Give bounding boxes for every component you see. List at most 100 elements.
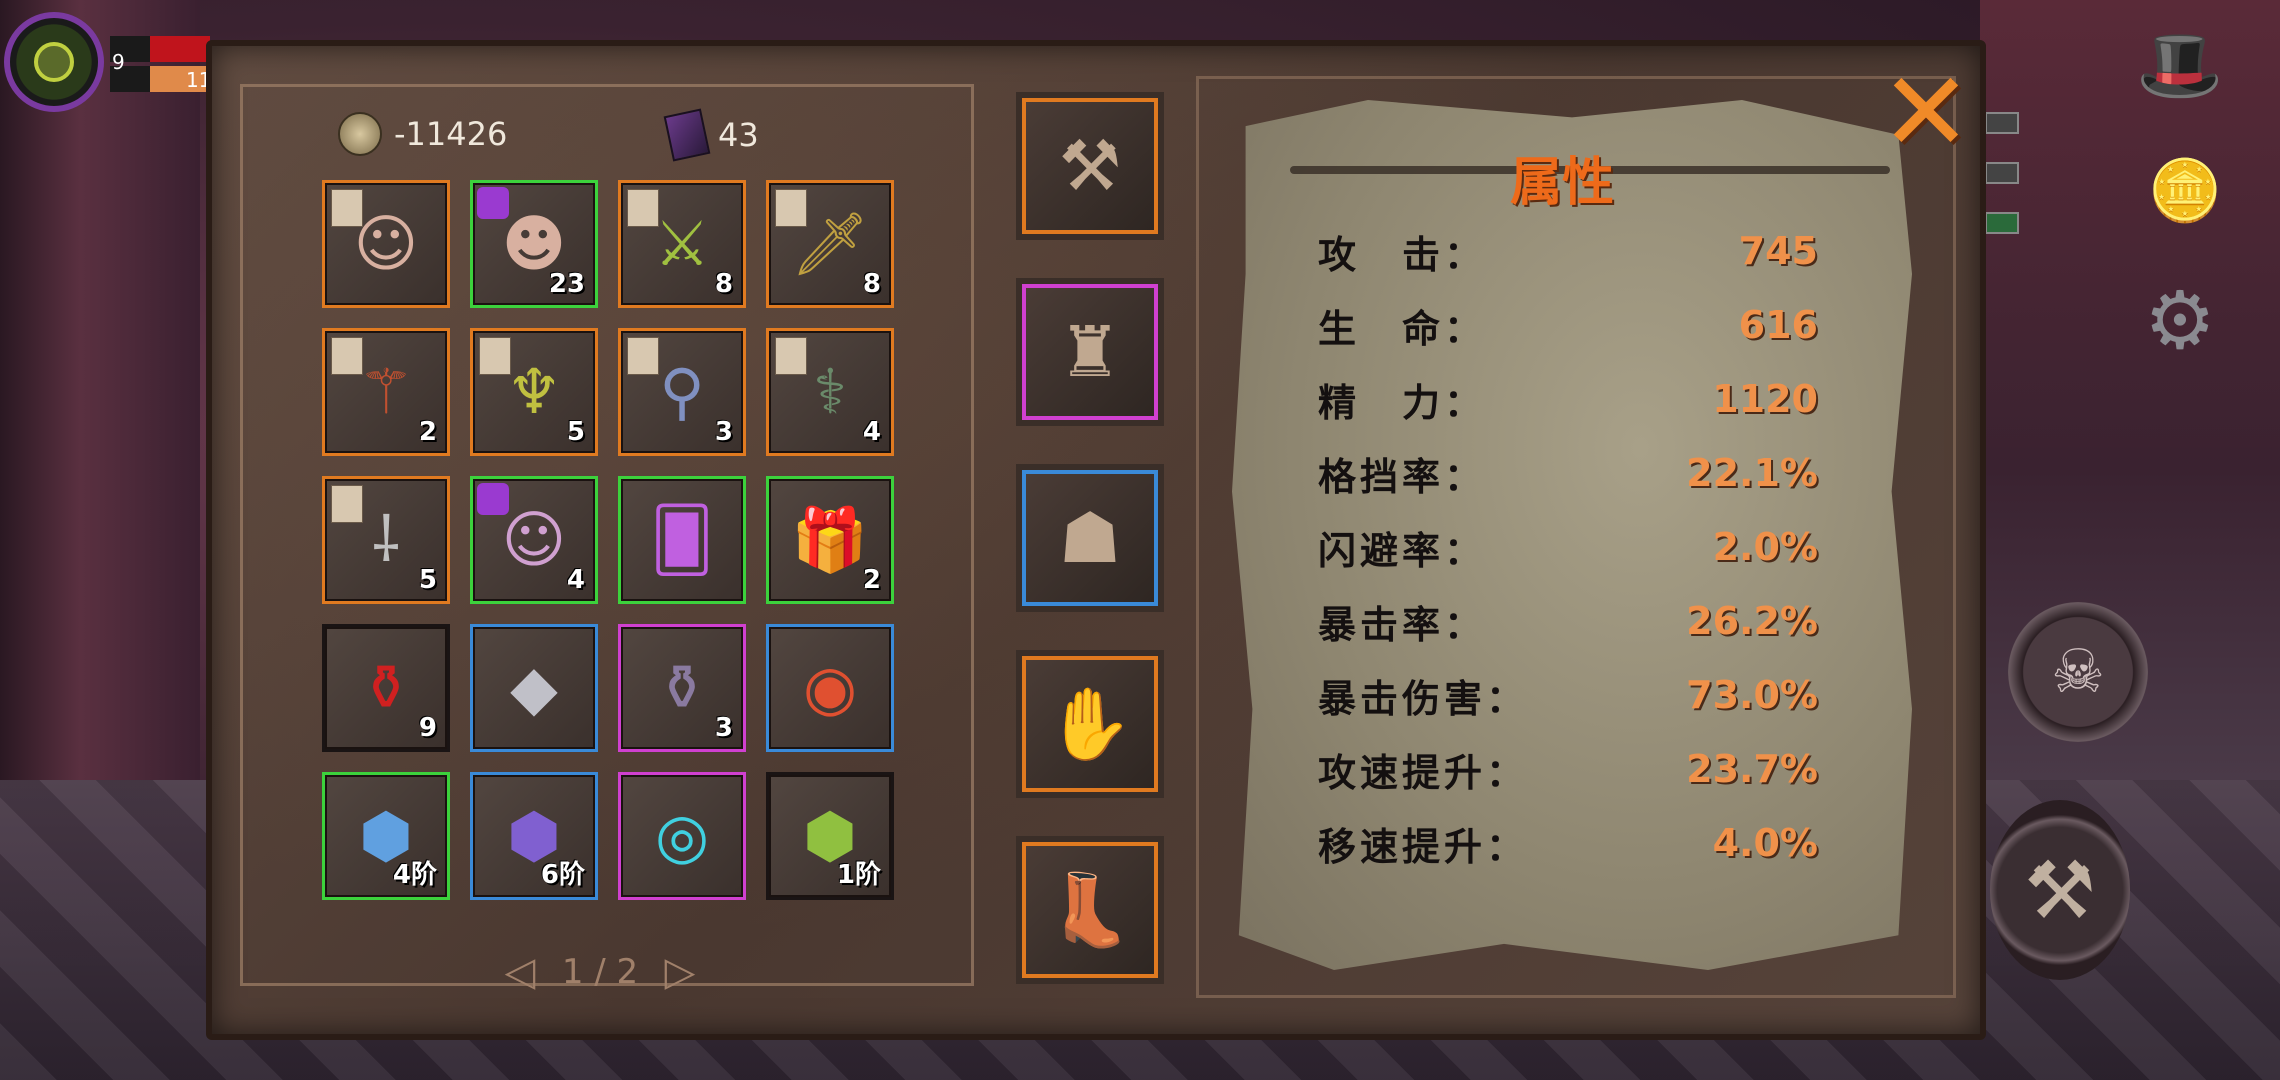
item-count: 9 <box>418 713 437 743</box>
hero-icon: ☺ <box>353 207 419 280</box>
stat-value: 26.2% <box>1686 599 1818 643</box>
stat-label: 暴击率： <box>1318 602 1487 647</box>
inventory-slot-gray-crystal[interactable]: ◆ <box>470 624 598 752</box>
inventory-slot-jar-of-orbs[interactable]: ⚱ 3 <box>618 624 746 752</box>
equip-armor-cloak[interactable]: ♜ <box>1022 284 1158 420</box>
scepter-icon: ⚕ <box>813 355 847 428</box>
stat-label: 生 命： <box>1318 306 1487 351</box>
scroll-tag-icon <box>331 189 363 227</box>
equip-helmet[interactable]: ☗ <box>1022 470 1158 606</box>
coin-amount: -11426 <box>394 115 508 153</box>
scroll-tag-icon <box>331 485 363 523</box>
player-emblem-icon[interactable] <box>4 12 104 112</box>
skull-skill-button[interactable]: ☠ <box>2008 602 2148 742</box>
hero-shard-icon: ☻ <box>501 207 567 280</box>
stat-row: 精 力： 1120 <box>1318 374 1818 425</box>
inventory-slot-gift-bell-box[interactable]: 🎁 2 <box>766 476 894 604</box>
item-count: 4阶 <box>392 860 437 890</box>
potion-icon: ⚱ <box>360 651 412 724</box>
card-icon: 🂠 <box>650 503 714 576</box>
rune-icon: ◎ <box>654 799 710 872</box>
stat-label: 移速提升： <box>1318 824 1529 869</box>
inventory-slot-weapon-trident[interactable]: ♆ 5 <box>470 328 598 456</box>
inventory-slot-weapon-golden-blade[interactable]: 🗡 8 <box>766 180 894 308</box>
inventory-slot-card-purple-creature[interactable]: 🂠 <box>618 476 746 604</box>
next-page-icon[interactable]: ▷ <box>660 949 700 995</box>
stat-value: 616 <box>1738 303 1818 347</box>
scythe-icon: ⚒ <box>1058 125 1122 207</box>
item-count: 8 <box>862 269 881 299</box>
inventory-slot-weapon-dark-blade[interactable]: ⸸ 5 <box>322 476 450 604</box>
character-hat-icon[interactable]: 🎩 <box>2130 10 2230 120</box>
crystal-icon: ◆ <box>510 651 558 724</box>
stat-label: 暴击伤害： <box>1318 676 1529 721</box>
stat-label: 攻速提升： <box>1318 750 1529 795</box>
item-count: 3 <box>714 417 733 447</box>
inventory-slot-weapon-red-staff[interactable]: ⚚ 2 <box>322 328 450 456</box>
equip-gauntlet[interactable]: ✋ <box>1022 656 1158 792</box>
stat-label: 攻 击： <box>1318 232 1487 277</box>
inventory-slot-weapon-eye-scepter[interactable]: ⚕ 4 <box>766 328 894 456</box>
scroll-tag-icon <box>627 189 659 227</box>
side-toggle-3[interactable] <box>1985 212 2019 234</box>
stat-row: 生 命： 616 <box>1318 300 1818 351</box>
close-icon[interactable]: ✕ <box>1876 48 1976 176</box>
health-bar <box>110 36 210 62</box>
side-toggle-2[interactable] <box>1985 162 2019 184</box>
stat-row: 移速提升： 4.0% <box>1318 818 1818 869</box>
inventory-slot-weapon-green-sword[interactable]: ⚔ 8 <box>618 180 746 308</box>
inventory-slot-hero-portrait-santa[interactable]: ☺ <box>322 180 450 308</box>
stats-title: 属性 <box>1510 153 1615 213</box>
stat-label: 格挡率： <box>1318 454 1487 499</box>
stat-row: 暴击伤害： 73.0% <box>1318 670 1818 721</box>
scroll-tag-icon <box>775 189 807 227</box>
puzzle-piece-icon <box>477 483 509 515</box>
inventory-slot-rune-tree[interactable]: ⬢ 1阶 <box>766 772 894 900</box>
inventory-slot-rune-portal[interactable]: ◎ <box>618 772 746 900</box>
scroll-tag-icon <box>331 337 363 375</box>
settings-gear-icon[interactable]: ⚙ <box>2120 260 2240 380</box>
inventory-slot-red-potion[interactable]: ⚱ 9 <box>322 624 450 752</box>
stat-label: 闪避率： <box>1318 528 1487 573</box>
inventory-slot-rune-bird[interactable]: ⬢ 6阶 <box>470 772 598 900</box>
book-icon <box>663 108 711 162</box>
item-count: 4 <box>566 565 585 595</box>
player-level: 9 <box>112 50 125 74</box>
prev-page-icon[interactable]: ◁ <box>500 949 540 995</box>
stat-row: 闪避率： 2.0% <box>1318 522 1818 573</box>
scroll-tag-icon <box>775 337 807 375</box>
pagination: ◁ 1 / 2 ▷ <box>500 949 700 995</box>
page-indicator: 1 / 2 <box>561 952 639 992</box>
stat-row: 攻速提升： 23.7% <box>1318 744 1818 795</box>
stat-value: 745 <box>1738 229 1818 273</box>
stat-value: 73.0% <box>1686 673 1818 717</box>
stat-value: 23.7% <box>1686 747 1818 791</box>
item-count: 2 <box>418 417 437 447</box>
equip-boots[interactable]: 👢 <box>1022 842 1158 978</box>
gift-icon: 🎁 <box>791 503 869 576</box>
coin-counter: -11426 <box>338 112 507 156</box>
inventory-slot-hero-shard-girl[interactable]: ☺ 4 <box>470 476 598 604</box>
inventory-slot-weapon-orb-scepter[interactable]: ⚲ 3 <box>618 328 746 456</box>
item-count: 4 <box>862 417 881 447</box>
inventory-slot-rune-shield[interactable]: ⬢ 4阶 <box>322 772 450 900</box>
inventory-slot-hero-shard-white-hair[interactable]: ☻ 23 <box>470 180 598 308</box>
inventory-slot-dark-eye-relic[interactable]: ◉ <box>766 624 894 752</box>
stat-row: 暴击率： 26.2% <box>1318 596 1818 647</box>
scythe-attack-button[interactable]: ⚒ <box>1990 800 2130 980</box>
side-toggle-1[interactable] <box>1985 112 2019 134</box>
coin-toss-icon[interactable]: 🪙 <box>2130 130 2240 250</box>
blade-icon: ⸸ <box>371 503 401 576</box>
jar-icon: ⚱ <box>656 651 708 724</box>
item-count: 6阶 <box>540 860 585 890</box>
item-count: 1阶 <box>836 860 881 890</box>
inventory-grid: ☺ ☻ 23 ⚔ 8 🗡 8 ⚚ 2 ♆ 5 ⚲ 3 ⚕ 4 ⸸ 5 ☺ 4 🂠 🎁 2 ⚱ 9 ◆ ⚱ 3 ◉ ⬢ 4阶 ⬢ 6阶 ◎ ⬢ 1阶 <box>322 180 894 900</box>
stat-value: 1120 <box>1712 377 1818 421</box>
stat-value: 2.0% <box>1712 525 1818 569</box>
boots-icon: 👢 <box>1046 868 1134 951</box>
scepter-icon: ⚲ <box>659 355 705 428</box>
scroll-tag-icon <box>479 337 511 375</box>
item-count: 5 <box>566 417 585 447</box>
stat-row: 格挡率： 22.1% <box>1318 448 1818 499</box>
equip-weapon-scythe[interactable]: ⚒ <box>1022 98 1158 234</box>
